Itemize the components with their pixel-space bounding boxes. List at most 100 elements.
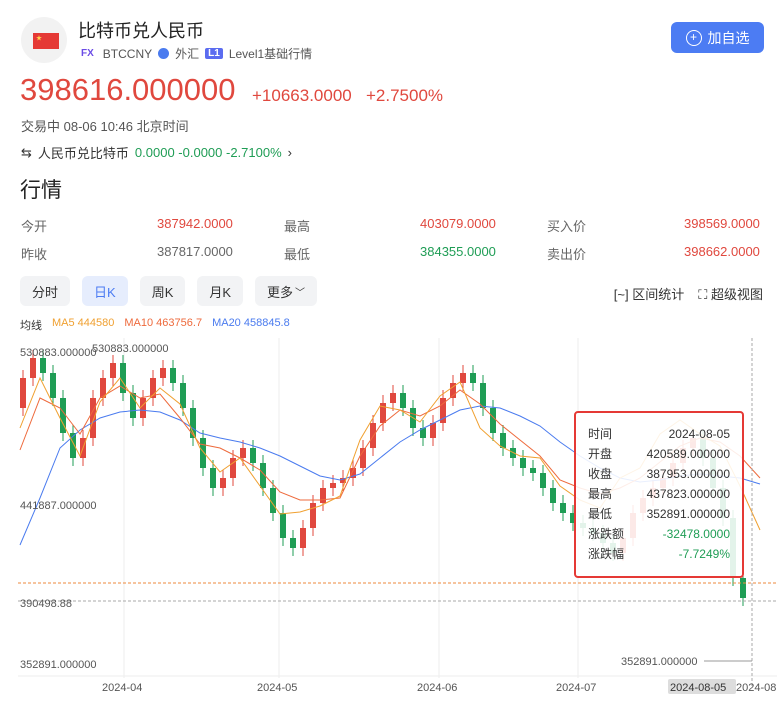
plus-icon: +: [685, 29, 702, 46]
add-watchlist-button[interactable]: + 加自选: [671, 22, 764, 53]
candle-body: [300, 528, 306, 548]
range-stats-label: 区间统计: [632, 287, 685, 302]
y-label-mid: 441887.000000: [20, 500, 96, 512]
tooltip-label: 开盘: [588, 447, 613, 461]
candle-body: [290, 538, 296, 548]
stat-value-bid: 398569.0000: [684, 216, 760, 231]
candle-body: [530, 468, 536, 473]
candle-body: [240, 448, 246, 458]
tab-intraday[interactable]: 分时: [20, 276, 71, 306]
y-label-top: 530883.000000: [20, 347, 96, 359]
candle-body: [40, 358, 46, 373]
level-badge: L1: [205, 48, 223, 59]
market-text: 外汇: [175, 47, 200, 61]
price-change-pct: +2.7500%: [366, 86, 444, 105]
candle-body: [490, 408, 496, 433]
tab-monthly[interactable]: 月K: [197, 276, 244, 306]
tooltip-row: 涨跌幅 -7.7249%: [576, 544, 742, 564]
candle-body: [320, 488, 326, 503]
tooltip-value: -32478.0000: [662, 527, 730, 541]
candle-body: [430, 423, 436, 438]
candle-body: [400, 393, 406, 408]
candle-tooltip: 时间 2024-08-05 开盘 420589.000000 收盘 387953.00…: [574, 411, 744, 578]
candle-body: [310, 503, 316, 528]
stat-value-high: 403079.0000: [420, 216, 496, 231]
tooltip-row: 最高 437823.000000: [576, 484, 742, 504]
stat-label-high: 最高: [284, 219, 311, 234]
y-label-bottom: 352891.000000: [20, 659, 96, 671]
candle-body: [460, 373, 466, 383]
chart-tools: [~] 区间统计 ⛶ 超级视图: [614, 284, 763, 303]
inverse-label: 人民币兑比特币: [37, 146, 129, 161]
candle-body: [550, 488, 556, 503]
candle-body: [330, 483, 336, 488]
tooltip-value: 2024-08-05: [668, 427, 730, 441]
swap-icon: ⇆: [21, 144, 32, 160]
candle-body: [560, 503, 566, 513]
candle-body: [370, 423, 376, 448]
candle-body: [470, 373, 476, 383]
candle-body: [280, 513, 286, 538]
expand-icon: ⛶: [698, 287, 708, 302]
instrument-meta: FX BTCCNY 外汇 L1 Level1基础行情: [78, 45, 312, 62]
tooltip-row: 最低 352891.000000: [576, 504, 742, 524]
stat-label-bid: 买入价: [547, 219, 587, 234]
candle-body: [160, 368, 166, 378]
candle-body: [180, 383, 186, 408]
candle-body: [20, 378, 26, 408]
tooltip-label: 最高: [588, 487, 613, 501]
range-stats-button[interactable]: [~] 区间统计: [614, 284, 684, 303]
candle-body: [30, 358, 36, 378]
low-mark-label: 352891.000000: [621, 656, 697, 668]
candle-body: [740, 578, 746, 598]
candle-body: [50, 373, 56, 398]
tooltip-value: 352891.000000: [646, 507, 730, 521]
stat-label-low: 最低: [284, 247, 311, 262]
ma20-value: MA20 458845.8: [212, 317, 290, 329]
candle-body: [90, 398, 96, 438]
tooltip-value: 387953.000000: [646, 467, 730, 481]
candle-body: [250, 448, 256, 463]
tooltip-value: -7.7249%: [678, 547, 730, 561]
x-tick-5: 2024-08: [736, 682, 776, 694]
level-text: Level1基础行情: [228, 47, 313, 61]
candle-body: [220, 478, 226, 488]
tooltip-label: 涨跌额: [588, 527, 625, 541]
cursor-date: 2024-08-05: [670, 682, 726, 694]
stat-label-ask: 卖出价: [547, 247, 587, 262]
add-watchlist-label: 加自选: [707, 29, 750, 46]
tooltip-label: 涨跌幅: [588, 547, 625, 561]
tab-more[interactable]: 更多 ﹀: [255, 276, 318, 306]
cny-flag-icon: [21, 17, 67, 63]
stat-value-ask: 398662.0000: [684, 244, 760, 259]
y-label-current: 390498.88: [20, 598, 72, 610]
tooltip-value: 437823.000000: [646, 487, 730, 501]
super-view-label: 超级视图: [710, 287, 763, 302]
high-mark-label: 530883.000000: [92, 343, 168, 355]
ma10-value: MA10 463756.7: [124, 317, 203, 329]
candle-body: [140, 398, 146, 418]
stat-value-low: 384355.0000: [420, 244, 496, 259]
globe-icon: [158, 48, 170, 59]
fx-badge: FX: [81, 48, 94, 59]
tab-weekly[interactable]: 周K: [139, 276, 186, 306]
tooltip-row: 收盘 387953.000000: [576, 464, 742, 484]
ma5-value: MA5 444580: [52, 317, 115, 329]
x-tick-4: 2024-07: [556, 682, 596, 694]
chevron-down-icon: ﹀: [295, 287, 306, 299]
inverse-values: 0.0000 -0.0000 -2.7100%: [134, 145, 282, 160]
super-view-button[interactable]: ⛶ 超级视图: [698, 284, 763, 303]
candle-body: [520, 458, 526, 468]
inverse-pair-link[interactable]: ⇆ 人民币兑比特币 0.0000 -0.0000 -2.7100% ›: [21, 143, 292, 162]
tab-daily[interactable]: 日K: [82, 276, 128, 306]
last-price: 398616.000000: [20, 72, 236, 107]
candle-body: [200, 438, 206, 468]
ma-label: 均线: [20, 320, 42, 332]
ma-legend: 均线 MA5 444580 MA10 463756.7 MA20 458845.…: [20, 317, 290, 333]
trading-status: 交易中 08-06 10:46 北京时间: [21, 119, 189, 134]
tooltip-row: 涨跌额 -32478.0000: [576, 524, 742, 544]
price-change: +10663.0000: [252, 86, 352, 105]
stat-value-open: 387942.0000: [157, 216, 233, 231]
candle-body: [110, 363, 116, 378]
candle-body: [210, 468, 216, 488]
